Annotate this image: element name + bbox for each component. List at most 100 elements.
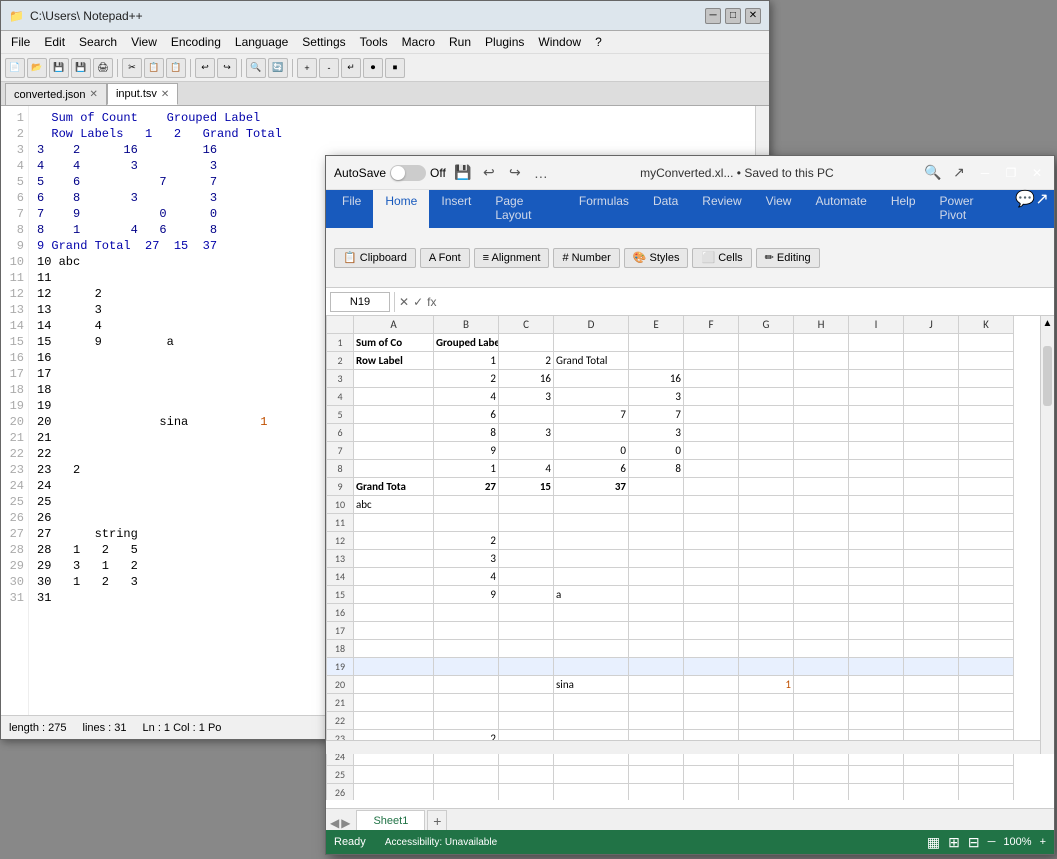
col-header-i[interactable]: I <box>849 316 904 334</box>
cell-f22[interactable] <box>684 712 739 730</box>
menu-search[interactable]: Search <box>73 33 123 51</box>
cell-d26[interactable] <box>554 784 629 800</box>
cell-i17[interactable] <box>849 622 904 640</box>
cell-h9[interactable] <box>794 478 849 496</box>
cell-f1[interactable] <box>684 334 739 352</box>
cell-f4[interactable] <box>684 388 739 406</box>
cell-d12[interactable] <box>554 532 629 550</box>
cell-g14[interactable] <box>739 568 794 586</box>
cell-g18[interactable] <box>739 640 794 658</box>
cell-i20[interactable] <box>849 676 904 694</box>
cell-a13[interactable] <box>354 550 434 568</box>
cell-a20[interactable] <box>354 676 434 694</box>
cell-f13[interactable] <box>684 550 739 568</box>
excel-minimize-button[interactable]: ─ <box>976 164 994 182</box>
cell-b10[interactable] <box>434 496 499 514</box>
cell-c17[interactable] <box>499 622 554 640</box>
cell-h14[interactable] <box>794 568 849 586</box>
cell-h2[interactable] <box>794 352 849 370</box>
toolbar-open[interactable]: 📂 <box>27 58 47 78</box>
toolbar-cut[interactable]: ✂ <box>122 58 142 78</box>
scrollbar-thumb[interactable] <box>1043 346 1052 406</box>
cell-i15[interactable] <box>849 586 904 604</box>
cell-h5[interactable] <box>794 406 849 424</box>
cell-b6[interactable]: 8 <box>434 424 499 442</box>
ribbon-clipboard[interactable]: 📋 Clipboard <box>334 248 416 268</box>
cell-k7[interactable] <box>959 442 1014 460</box>
cell-i26[interactable] <box>849 784 904 800</box>
cell-a22[interactable] <box>354 712 434 730</box>
cell-k25[interactable] <box>959 766 1014 784</box>
view-normal-icon[interactable]: ▦ <box>927 834 940 851</box>
excel-restore-button[interactable]: ❐ <box>1002 164 1020 182</box>
cell-g9[interactable] <box>739 478 794 496</box>
cell-g12[interactable] <box>739 532 794 550</box>
cell-b18[interactable] <box>434 640 499 658</box>
cell-f15[interactable] <box>684 586 739 604</box>
cell-k5[interactable] <box>959 406 1014 424</box>
cell-i6[interactable] <box>849 424 904 442</box>
cell-b3[interactable]: 2 <box>434 370 499 388</box>
cell-a9[interactable]: Grand Tota <box>354 478 434 496</box>
cell-f18[interactable] <box>684 640 739 658</box>
cell-b12[interactable]: 2 <box>434 532 499 550</box>
cell-a8[interactable] <box>354 460 434 478</box>
menu-edit[interactable]: Edit <box>38 33 71 51</box>
cell-e12[interactable] <box>629 532 684 550</box>
cell-b13[interactable]: 3 <box>434 550 499 568</box>
cell-c4[interactable]: 3 <box>499 388 554 406</box>
cell-j15[interactable] <box>904 586 959 604</box>
toolbar-save[interactable]: 💾 <box>49 58 69 78</box>
cell-e11[interactable] <box>629 514 684 532</box>
ribbon-font[interactable]: A Font <box>420 248 470 268</box>
cell-b21[interactable] <box>434 694 499 712</box>
col-header-h[interactable]: H <box>794 316 849 334</box>
cell-j11[interactable] <box>904 514 959 532</box>
cell-a3[interactable] <box>354 370 434 388</box>
cell-h17[interactable] <box>794 622 849 640</box>
cell-d8[interactable]: 6 <box>554 460 629 478</box>
toolbar-print[interactable]: 🖨 <box>93 58 113 78</box>
toolbar-redo[interactable]: ↪ <box>217 58 237 78</box>
cell-k6[interactable] <box>959 424 1014 442</box>
sheet-next-btn[interactable]: ▶ <box>341 816 350 830</box>
cell-d2[interactable]: Grand Total <box>554 352 629 370</box>
view-page-layout-icon[interactable]: ⊞ <box>948 834 960 851</box>
cell-j14[interactable] <box>904 568 959 586</box>
cell-f26[interactable] <box>684 784 739 800</box>
tab-input-tsv[interactable]: input.tsv ✕ <box>107 83 178 105</box>
cell-d16[interactable] <box>554 604 629 622</box>
cell-h10[interactable] <box>794 496 849 514</box>
cell-b11[interactable] <box>434 514 499 532</box>
formula-fx-icon[interactable]: fx <box>427 295 436 309</box>
tab-converted-json[interactable]: converted.json ✕ <box>5 83 107 105</box>
cell-b15[interactable]: 9 <box>434 586 499 604</box>
ribbon-tab-insert[interactable]: Insert <box>429 190 483 228</box>
ribbon-tab-power-pivot[interactable]: Power Pivot <box>928 190 1009 228</box>
cell-h20[interactable] <box>794 676 849 694</box>
cell-j22[interactable] <box>904 712 959 730</box>
toolbar-save-all[interactable]: 💾 <box>71 58 91 78</box>
toolbar-replace[interactable]: 🔄 <box>268 58 288 78</box>
cell-f16[interactable] <box>684 604 739 622</box>
cell-j6[interactable] <box>904 424 959 442</box>
cell-j2[interactable] <box>904 352 959 370</box>
cell-a17[interactable] <box>354 622 434 640</box>
cell-j17[interactable] <box>904 622 959 640</box>
cell-i25[interactable] <box>849 766 904 784</box>
cell-d22[interactable] <box>554 712 629 730</box>
cell-e1[interactable] <box>629 334 684 352</box>
cell-i4[interactable] <box>849 388 904 406</box>
cell-b19[interactable] <box>434 658 499 676</box>
notepad-close-button[interactable]: ✕ <box>745 8 761 24</box>
cell-e22[interactable] <box>629 712 684 730</box>
cell-g1[interactable] <box>739 334 794 352</box>
cell-f7[interactable] <box>684 442 739 460</box>
cell-g19[interactable] <box>739 658 794 676</box>
cell-e8[interactable]: 8 <box>629 460 684 478</box>
cell-b9[interactable]: 27 <box>434 478 499 496</box>
cell-e9[interactable] <box>629 478 684 496</box>
cell-i16[interactable] <box>849 604 904 622</box>
cell-j20[interactable] <box>904 676 959 694</box>
cell-b22[interactable] <box>434 712 499 730</box>
